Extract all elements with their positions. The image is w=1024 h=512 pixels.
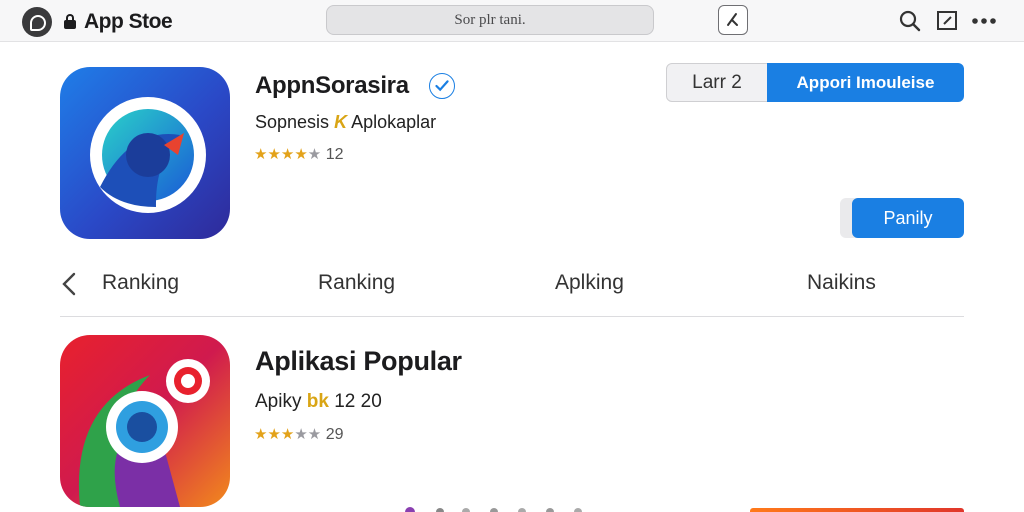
lock-icon	[64, 14, 76, 29]
popular-developer-mark: bk	[306, 391, 329, 412]
rating-count: 12	[325, 146, 344, 163]
primary-action-button[interactable]: Appori Imouleise	[767, 63, 964, 102]
featured-app-icon[interactable]	[60, 67, 230, 239]
back-chevron-icon[interactable]	[58, 270, 82, 298]
side-action-button[interactable]: Panily	[840, 198, 964, 238]
rating: ★★★★★ 12	[254, 145, 344, 164]
popular-app-icon[interactable]	[60, 335, 230, 507]
divider	[60, 316, 964, 317]
apple-logo-icon[interactable]	[22, 7, 52, 37]
secondary-button[interactable]: Larr 2	[666, 63, 768, 102]
app-category: Aplokaplar	[351, 112, 437, 132]
tab-ranking[interactable]: Ranking	[102, 271, 179, 295]
window-icon[interactable]	[935, 8, 961, 34]
popular-app-title: Aplikasi Popular	[255, 346, 462, 376]
edit-icon	[727, 13, 738, 26]
tab-ranking-2[interactable]: Ranking	[318, 271, 395, 295]
edit-button[interactable]	[718, 5, 748, 35]
more-icon[interactable]	[971, 8, 997, 34]
side-action-label: Panily	[852, 198, 964, 238]
developer-line: Sopnesis K Aplokaplar	[255, 112, 436, 133]
search-icon[interactable]	[897, 8, 923, 34]
popular-app-meta: 12 20	[334, 391, 382, 412]
verified-icon	[429, 73, 455, 99]
top-bar: App Stoe Sor plr tani.	[0, 0, 1024, 42]
star-rating-icon: ★★★★★	[254, 146, 322, 163]
store-title: App Stoe	[84, 10, 173, 33]
popular-rating: ★★★★★ 29	[254, 425, 344, 444]
popular-star-rating-icon: ★★★★★	[254, 426, 322, 443]
developer-mark: K	[334, 112, 348, 132]
next-row-banner[interactable]	[750, 508, 964, 512]
tab-aplking[interactable]: Aplking	[555, 271, 624, 295]
tab-naikins[interactable]: Naikins	[807, 271, 876, 295]
search-input[interactable]: Sor plr tani.	[326, 5, 654, 35]
developer-name[interactable]: Sopnesis	[255, 112, 329, 132]
app-title: AppnSorasira	[255, 72, 409, 99]
popular-developer-name[interactable]: Apiky	[255, 391, 301, 412]
popular-rating-count: 29	[325, 426, 344, 443]
next-row-preview	[405, 507, 582, 512]
popular-developer-line: Apiky bk 12 20	[255, 391, 382, 413]
